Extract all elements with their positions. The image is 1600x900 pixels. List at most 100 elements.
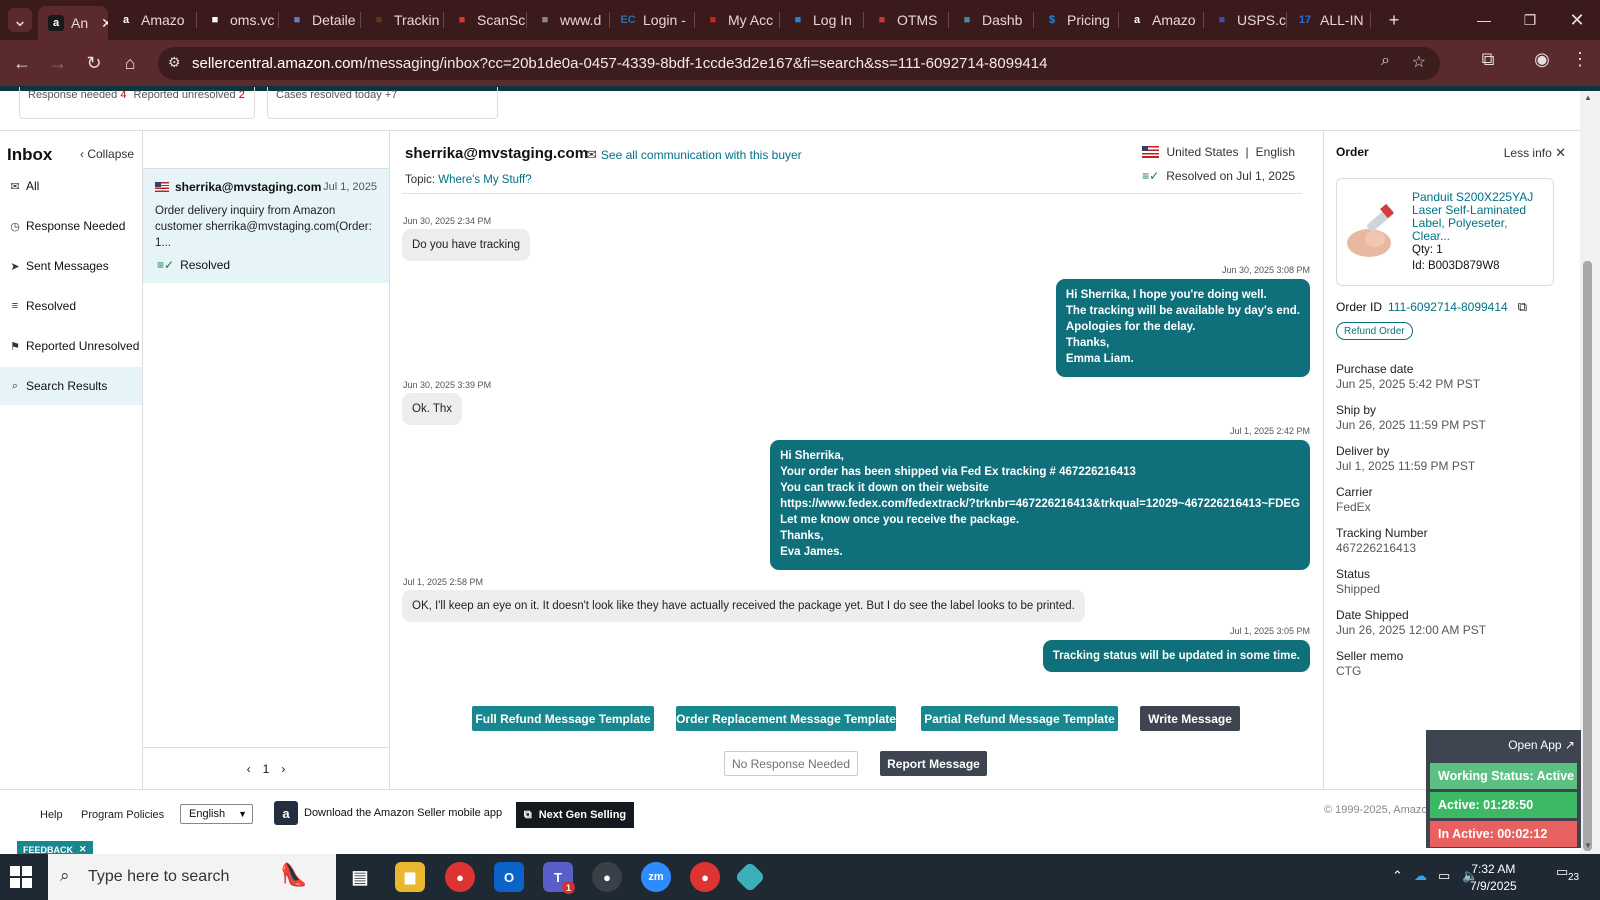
- response-stats-card[interactable]: Response needed 4 Reported unresolved 2: [19, 87, 255, 119]
- less-info-button[interactable]: Less info ✕: [1504, 145, 1566, 161]
- message-line: The tracking will be available by day's …: [1065, 305, 1300, 317]
- cases-resolved-count: +7: [384, 89, 398, 101]
- write-message-button[interactable]: Write Message: [1140, 706, 1240, 731]
- chrome-profile-icon[interactable]: ●: [690, 862, 720, 892]
- taskbar-search[interactable]: ⌕ Type here to search 👠: [48, 854, 336, 900]
- task-view-icon[interactable]: ▤: [345, 862, 375, 892]
- browser-tab[interactable]: $ Pricing: [1034, 6, 1119, 34]
- help-link[interactable]: Help: [40, 809, 63, 821]
- seller-message-bubble: Hi Sherrika, Your order has been shipped …: [770, 440, 1310, 570]
- next-page-icon[interactable]: ›: [281, 762, 285, 776]
- reload-icon[interactable]: ↻: [82, 51, 106, 75]
- menu-icon[interactable]: ⋮: [1566, 49, 1594, 70]
- triangle-icon: ■: [211, 14, 219, 26]
- onedrive-icon[interactable]: ☁: [1414, 868, 1427, 884]
- extensions-icon[interactable]: ⧉: [1474, 49, 1502, 70]
- send-icon: ➤: [10, 260, 20, 273]
- cases-resolved-card[interactable]: Cases resolved today +7: [267, 87, 498, 119]
- teams-icon[interactable]: T1: [543, 862, 575, 894]
- open-app-link[interactable]: Open App ↗: [1508, 738, 1575, 752]
- sidebar-item-reported-unresolved[interactable]: ⚑ Reported Unresolved: [0, 327, 142, 365]
- prev-page-icon[interactable]: ‹: [247, 762, 251, 776]
- order-field-label: Tracking Number: [1336, 526, 1428, 540]
- message-line: Tracking status will be updated in some …: [1052, 650, 1300, 662]
- browser-tab[interactable]: ■ ScanSc: [444, 6, 527, 34]
- sidebar-item-response-needed[interactable]: ◷ Response Needed: [0, 207, 142, 245]
- sidebar-item-search-results[interactable]: ⌕ Search Results: [0, 367, 142, 405]
- browser-tab[interactable]: ■ OTMS: [864, 6, 949, 34]
- full-refund-template-button[interactable]: Full Refund Message Template: [472, 706, 654, 731]
- page-scrollbar[interactable]: ▲ ▼: [1580, 91, 1600, 854]
- outlook-icon[interactable]: O: [494, 862, 524, 892]
- browser-tab[interactable]: ■ Detaile: [279, 6, 361, 34]
- browser-tab[interactable]: a An ✕: [38, 6, 108, 40]
- sidebar-item-resolved[interactable]: ≡ Resolved: [0, 287, 142, 325]
- browser-tab[interactable]: a Amazo: [1119, 6, 1204, 34]
- refund-order-button[interactable]: Refund Order: [1336, 322, 1413, 340]
- system-clock[interactable]: 7:32 AM 7/9/2025: [1470, 861, 1517, 895]
- browser-tab[interactable]: ■ www.d: [527, 6, 610, 34]
- chrome-icon[interactable]: ●: [445, 862, 475, 892]
- product-name-link[interactable]: Panduit S200X225YAJ Laser Self-Laminated…: [1412, 191, 1547, 243]
- scroll-down-icon[interactable]: ▼: [1584, 841, 1592, 850]
- tray-chevron-icon[interactable]: ⌃: [1392, 868, 1403, 884]
- no-response-needed-button[interactable]: No Response Needed: [724, 751, 858, 776]
- maximize-button[interactable]: ❐: [1518, 8, 1542, 32]
- close-tab-icon[interactable]: ✕: [101, 15, 108, 32]
- site-info-icon[interactable]: ⚙: [168, 54, 181, 71]
- profile-icon[interactable]: ◉: [1528, 49, 1556, 70]
- app-diamond-icon[interactable]: [734, 861, 766, 893]
- page-number[interactable]: 1: [263, 762, 270, 776]
- replacement-template-button[interactable]: Order Replacement Message Template: [676, 706, 896, 731]
- url-path: /messaging/inbox?cc=20b1de0a-0457-4339-8…: [362, 55, 1048, 72]
- url-bar[interactable]: ⚙ sellercentral.amazon.com/messaging/inb…: [158, 47, 1440, 80]
- order-field-value: Jul 1, 2025 11:59 PM PST: [1336, 459, 1476, 473]
- home-icon[interactable]: ⌂: [118, 51, 142, 75]
- next-gen-selling-button[interactable]: ⧉ Next Gen Selling: [516, 802, 634, 828]
- zoom-icon[interactable]: ⌕: [1381, 52, 1390, 70]
- sidebar-item-sent-messages[interactable]: ➤ Sent Messages: [0, 247, 142, 285]
- minimize-button[interactable]: —: [1472, 8, 1496, 32]
- thread-card[interactable]: sherrika@mvstaging.com Jul 1, 2025 Order…: [143, 168, 389, 283]
- topic-link[interactable]: Where's My Stuff?: [438, 174, 531, 186]
- back-icon[interactable]: ←: [10, 51, 34, 75]
- amazon-icon: a: [122, 14, 130, 26]
- report-message-button[interactable]: Report Message: [880, 751, 987, 776]
- order-field-value: 467226216413: [1336, 541, 1417, 555]
- copy-icon[interactable]: ⧉: [1518, 299, 1527, 315]
- scrollbar-thumb[interactable]: [1583, 261, 1592, 851]
- forward-icon[interactable]: →: [46, 51, 70, 75]
- sidebar-item-all[interactable]: ✉ All: [0, 167, 142, 205]
- network-icon[interactable]: ▭: [1438, 868, 1450, 884]
- program-policies-link[interactable]: Program Policies: [81, 809, 164, 821]
- browser-tab[interactable]: ■ My Acc: [695, 6, 780, 34]
- notification-center[interactable]: ▭ 23: [1556, 864, 1579, 883]
- browser-tab[interactable]: ■ Trackin: [361, 6, 444, 34]
- chrome-active-icon[interactable]: ●: [592, 862, 622, 892]
- zoom-app-icon[interactable]: zm: [641, 862, 671, 892]
- scroll-up-icon[interactable]: ▲: [1584, 93, 1592, 102]
- browser-tab[interactable]: 17 ALL-IN: [1287, 6, 1371, 34]
- windows-start-icon[interactable]: [10, 866, 32, 888]
- browser-tab[interactable]: ■ oms.vc: [197, 6, 279, 34]
- browser-tab-bar: ⌄ a An ✕ a Amazo ■ oms.vc ■ Detaile ■ Trackin ■ Scan…: [0, 0, 1600, 40]
- file-explorer-icon[interactable]: ▆: [395, 862, 425, 892]
- browser-tab[interactable]: ■ Log In: [780, 6, 864, 34]
- tab-search-dropdown[interactable]: ⌄: [8, 8, 32, 32]
- new-tab-button[interactable]: +: [1382, 8, 1406, 32]
- browser-tab[interactable]: EC Login -: [610, 6, 695, 34]
- status-widget: Open App ↗ Working Status: Active Active…: [1426, 730, 1581, 848]
- browser-tab[interactable]: ■ USPS.c: [1204, 6, 1287, 34]
- language-select[interactable]: English ▼: [180, 804, 253, 824]
- collapse-button[interactable]: ‹ Collapse: [80, 147, 134, 161]
- message-timestamp: Jul 1, 2025 2:42 PM: [1229, 426, 1310, 436]
- bookmark-star-icon[interactable]: ☆: [1412, 52, 1426, 72]
- url-host: sellercentral.amazon.com: [192, 55, 363, 72]
- browser-tab[interactable]: ■ Dashb: [949, 6, 1034, 34]
- browser-tab[interactable]: a Amazo: [108, 6, 197, 34]
- see-all-communication-link[interactable]: ✉ See all communication with this buyer: [586, 147, 802, 163]
- order-id-link[interactable]: 111-6092714-8099414: [1388, 300, 1508, 314]
- mobile-app-link[interactable]: a Download the Amazon Seller mobile app: [274, 801, 502, 825]
- close-window-button[interactable]: ✕: [1565, 8, 1589, 32]
- partial-refund-template-button[interactable]: Partial Refund Message Template: [921, 706, 1118, 731]
